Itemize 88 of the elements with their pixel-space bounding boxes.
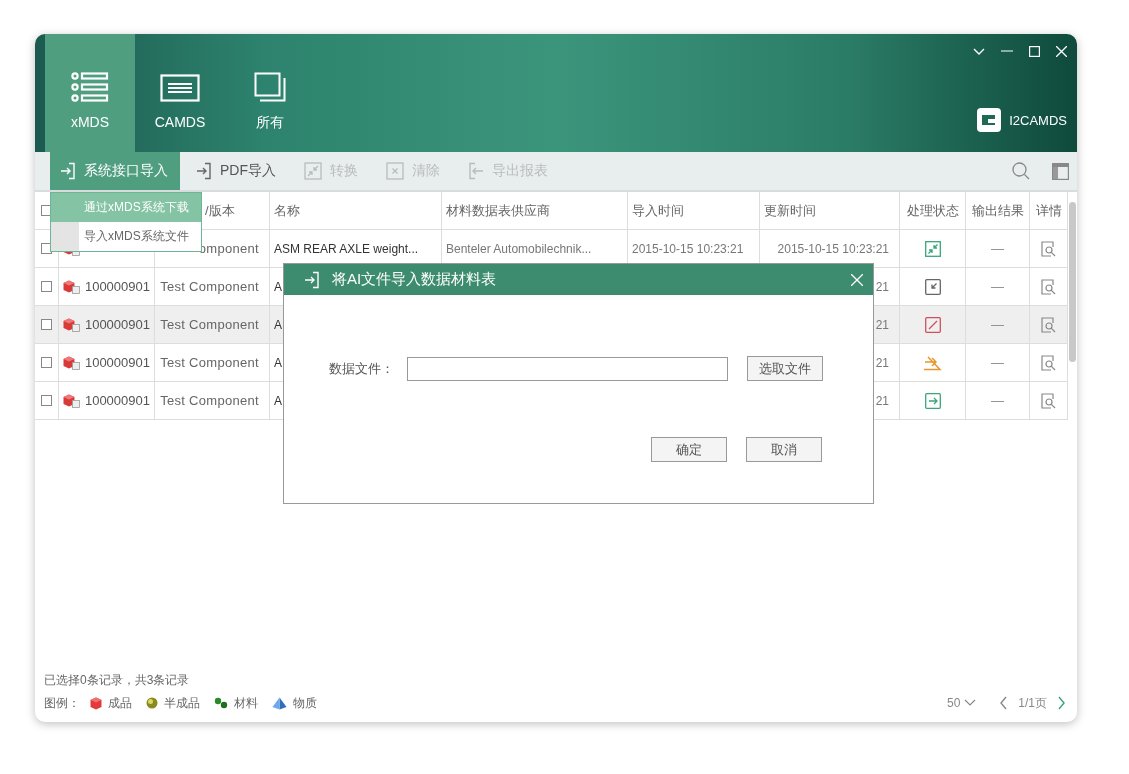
maximize-icon[interactable]: [1029, 45, 1040, 57]
checkbox[interactable]: [41, 281, 52, 292]
enter-icon: [60, 162, 76, 180]
table-cell: A: [274, 279, 282, 294]
column-header: 名称: [274, 201, 300, 220]
checkbox[interactable]: [41, 319, 52, 330]
table-cell: 100000901: [84, 317, 150, 332]
table-cell: 100000901: [84, 279, 150, 294]
checkbox[interactable]: [41, 395, 52, 406]
search-icon[interactable]: [1012, 162, 1030, 180]
table-cell: A: [274, 317, 282, 332]
browse-button[interactable]: 选取文件: [747, 356, 823, 381]
table-cell: A: [274, 393, 282, 408]
dialog-button[interactable]: 取消: [746, 437, 822, 462]
legend-label: 材料: [234, 694, 258, 712]
sphere-icon: [146, 697, 158, 709]
scrollbar[interactable]: [1069, 202, 1076, 362]
cube-document-icon: [63, 355, 81, 370]
dialog-button[interactable]: 确定: [651, 437, 727, 462]
column-header: 导入时间: [632, 201, 684, 220]
details-button[interactable]: [1040, 392, 1057, 409]
details-button[interactable]: [1040, 316, 1057, 333]
column-header: 材料数据表供应商: [446, 201, 550, 220]
molecule-icon: [214, 697, 228, 709]
pyramid-icon: [272, 696, 287, 710]
next-page-icon[interactable]: [1055, 696, 1067, 710]
table-cell: —: [991, 279, 1004, 294]
table-cell: Test Component: [160, 355, 259, 370]
cube-icon: [90, 696, 102, 710]
table-cell: —: [991, 241, 1004, 256]
details-button[interactable]: [1040, 354, 1057, 371]
table-cell: 21: [875, 279, 889, 294]
checkbox[interactable]: [41, 357, 52, 368]
table-cell: —: [991, 317, 1004, 332]
stacked-windows-icon: [254, 72, 286, 102]
table-cell: 2015-10-15 10:23:21: [632, 241, 744, 256]
page-indicator: 1/1页: [1018, 694, 1047, 712]
nav-tab[interactable]: xMDS: [45, 34, 135, 152]
table-cell: 21: [875, 393, 889, 408]
screen-icon: [160, 74, 200, 102]
shrink-arrows-icon: [304, 162, 322, 180]
table-cell: A: [274, 355, 282, 370]
chevron-down-icon: [964, 699, 977, 707]
layout-icon[interactable]: [1052, 162, 1069, 180]
selection-count: 已选择0条记录，共3条记录: [44, 672, 191, 689]
cube-document-icon: [63, 279, 81, 294]
table-cell: ASM REAR AXLE weight...: [274, 241, 419, 256]
exit-icon: [468, 162, 484, 180]
legend-label: 成品: [108, 694, 132, 712]
table-cell: Test Component: [160, 317, 259, 332]
enter-icon: [196, 162, 212, 180]
table-cell: 21: [875, 317, 889, 332]
enter-icon: [304, 270, 320, 289]
details-button[interactable]: [1040, 278, 1057, 295]
field-label: 数据文件：: [329, 359, 395, 378]
toolbar-button[interactable]: PDF导入: [186, 152, 288, 190]
file-field[interactable]: [407, 356, 728, 381]
details-button[interactable]: [1040, 240, 1057, 257]
page-size-dropdown[interactable]: 50: [946, 696, 977, 710]
column-header: 处理状态: [906, 201, 959, 220]
legend-label: 半成品: [164, 694, 200, 712]
table-cell: Test Component: [160, 393, 259, 408]
close-button[interactable]: [851, 273, 863, 286]
table-cell: 2015-10-15 10:23:21: [777, 241, 889, 256]
close-icon[interactable]: [1056, 45, 1067, 57]
legend-label: 物质: [293, 694, 317, 712]
toolbar-button[interactable]: 系统接口导入: [50, 152, 180, 190]
nav-tab[interactable]: 所有: [225, 34, 315, 152]
logo-text: I2CAMDS: [1009, 112, 1067, 128]
logo-icon: [977, 108, 1002, 132]
column-header: 输出结果: [971, 201, 1024, 220]
table-cell: Test Component: [160, 279, 259, 294]
table-cell: 21: [875, 355, 889, 370]
nav-tab[interactable]: CAMDS: [135, 34, 225, 152]
table-cell: —: [991, 355, 1004, 370]
close-box-icon: [386, 162, 404, 180]
table-cell: —: [991, 393, 1004, 408]
legend-label: 图例：: [44, 694, 80, 712]
table-cell: 100000901: [84, 355, 150, 370]
table-cell: 100000901: [84, 393, 150, 408]
dialog-title: 将AI文件导入数据材料表: [332, 270, 497, 289]
table-cell: Benteler Automobilechnik...: [446, 241, 592, 256]
cube-document-icon: [63, 393, 81, 408]
column-header: 更新时间: [764, 201, 816, 220]
column-header: /版本: [205, 201, 235, 220]
column-header: 详情: [1035, 201, 1062, 220]
list-icon: [71, 72, 109, 102]
cube-document-icon: [63, 317, 81, 332]
